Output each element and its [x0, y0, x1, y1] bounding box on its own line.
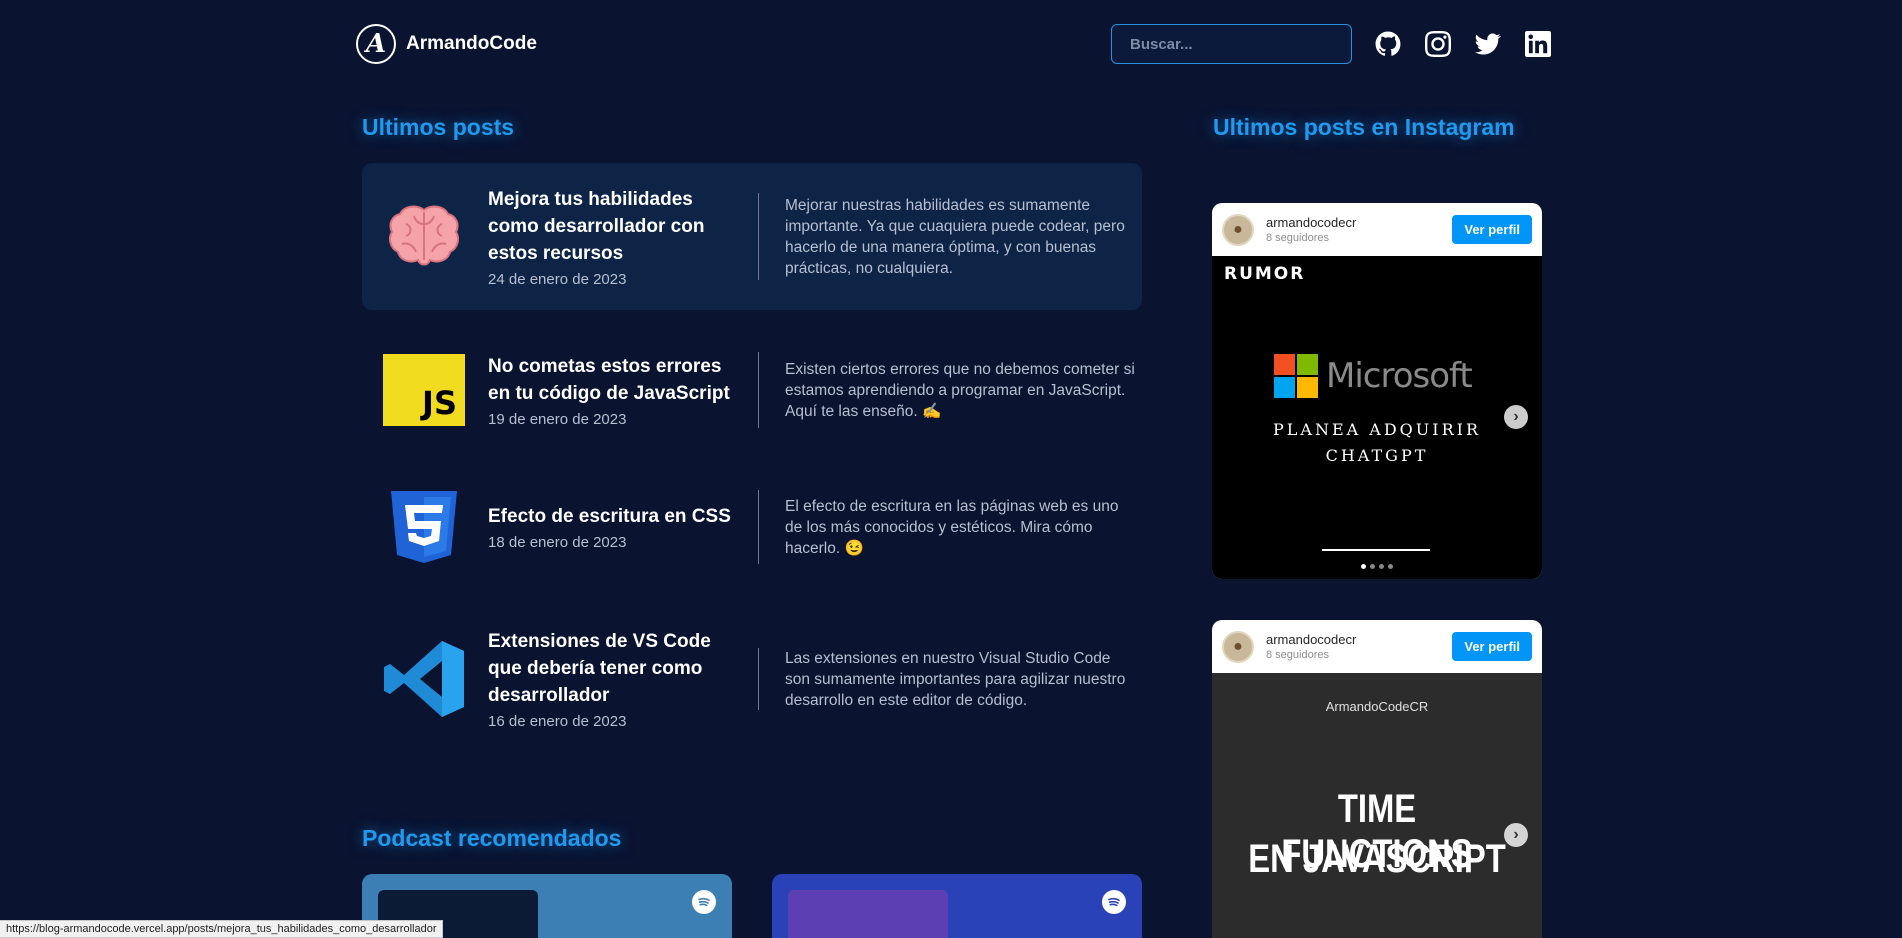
- instagram-post-image[interactable]: ArmandoCodeCR TIME FUNCTIONS EN JAVASCRI…: [1212, 673, 1542, 938]
- post-date: 19 de enero de 2023: [488, 410, 627, 428]
- post-headline-line2: CHATGPT: [1325, 446, 1429, 465]
- brand-name: ArmandoCode: [406, 33, 537, 54]
- chevron-right-icon[interactable]: ›: [1504, 405, 1528, 429]
- view-profile-button[interactable]: Ver perfil: [1452, 215, 1532, 244]
- header-actions: [1111, 24, 1552, 64]
- post-main: Efecto de escritura en CSS 18 de enero d…: [488, 503, 738, 551]
- post-title[interactable]: Extensiones de VS Code que debería tener…: [488, 628, 738, 709]
- instagram-section-title: Ultimos posts en Instagram: [1213, 114, 1515, 140]
- avatar[interactable]: ●: [1222, 630, 1254, 663]
- instagram-post-header: ● armandocodecr 8 seguidores Ver perfil: [1212, 203, 1542, 256]
- instagram-post-card: ● armandocodecr 8 seguidores Ver perfil …: [1212, 620, 1542, 938]
- post-divider: [758, 352, 759, 428]
- spotify-icon[interactable]: [692, 890, 716, 914]
- microsoft-logo: Microsoft: [1274, 354, 1473, 398]
- post-date: 18 de enero de 2023: [488, 534, 627, 551]
- microsoft-icon: [1274, 354, 1318, 398]
- post-date: 16 de enero de 2023: [488, 713, 627, 730]
- instagram-followers: 8 seguidores: [1266, 232, 1329, 244]
- post-title[interactable]: Efecto de escritura en CSS: [488, 503, 738, 530]
- post-description: Mejorar nuestras habilidades es sumament…: [785, 196, 1125, 277]
- post-description: Existen ciertos errores que no debemos c…: [785, 360, 1135, 420]
- css3-icon: [382, 485, 466, 569]
- view-profile-button[interactable]: Ver perfil: [1452, 632, 1532, 661]
- instagram-user: armandocodecr 8 seguidores: [1266, 632, 1452, 661]
- site-header: A ArmandoCode: [356, 20, 1552, 68]
- instagram-icon[interactable]: [1424, 30, 1452, 58]
- podcast-card[interactable]: [772, 874, 1142, 938]
- instagram-user: armandocodecr 8 seguidores: [1266, 215, 1452, 244]
- linkedin-icon[interactable]: [1524, 30, 1552, 58]
- rumor-tag: RUMOR: [1224, 264, 1306, 284]
- latest-posts-title: Ultimos posts: [362, 114, 515, 140]
- post-main: No cometas estos errores en tu código de…: [488, 353, 738, 428]
- post-divider: [758, 193, 759, 280]
- podcasts-title: Podcast recomendados: [362, 825, 622, 851]
- instagram-post-header: ● armandocodecr 8 seguidores Ver perfil: [1212, 620, 1542, 673]
- post-card[interactable]: Efecto de escritura en CSS 18 de enero d…: [362, 490, 1142, 564]
- carousel-dots: [1212, 564, 1542, 569]
- instagram-username[interactable]: armandocodecr: [1266, 215, 1452, 230]
- post-headline-line1: PLANEA ADQUIRIR: [1273, 420, 1481, 439]
- post-card[interactable]: Extensiones de VS Code que debería tener…: [362, 628, 1142, 730]
- post-description: Las extensiones en nuestro Visual Studio…: [785, 649, 1126, 709]
- status-bar-url: https://blog-armandocode.vercel.app/post…: [0, 920, 444, 938]
- post-caption-top: ArmandoCodeCR: [1325, 699, 1429, 714]
- post-date: 24 de enero de 2023: [488, 270, 627, 288]
- post-divider: [758, 648, 759, 710]
- brand-logo: A: [356, 24, 396, 64]
- post-description: El efecto de escritura en las páginas we…: [785, 497, 1119, 557]
- post-title[interactable]: Mejora tus habilidades como desarrollado…: [488, 186, 738, 267]
- spotify-icon[interactable]: [1102, 890, 1126, 914]
- microsoft-wordmark: Microsoft: [1326, 356, 1473, 396]
- github-icon[interactable]: [1374, 30, 1402, 58]
- vscode-icon: [382, 637, 466, 721]
- post-card[interactable]: Mejora tus habilidades como desarrollado…: [362, 163, 1142, 310]
- instagram-post-image[interactable]: RUMOR Microsoft PLANEA ADQUIRIR CHATGPT …: [1212, 256, 1542, 579]
- javascript-icon: JS: [382, 348, 466, 432]
- chevron-right-icon[interactable]: ›: [1504, 823, 1528, 847]
- instagram-followers: 8 seguidores: [1266, 649, 1329, 661]
- search-input[interactable]: [1111, 24, 1352, 64]
- post-headline-line2: EN JAVASCRIPT: [1248, 837, 1506, 881]
- instagram-post-card: ● armandocodecr 8 seguidores Ver perfil …: [1212, 203, 1542, 579]
- javascript-icon-label: JS: [422, 384, 457, 422]
- brand-link[interactable]: A ArmandoCode: [356, 24, 537, 64]
- post-main: Mejora tus habilidades como desarrollado…: [488, 186, 738, 288]
- avatar[interactable]: ●: [1222, 213, 1254, 246]
- post-title[interactable]: No cometas estos errores en tu código de…: [488, 353, 738, 407]
- caption-line: [1322, 549, 1430, 551]
- brain-icon: [382, 195, 466, 279]
- podcast-cover: [788, 890, 948, 938]
- post-card[interactable]: JS No cometas estos errores en tu código…: [362, 352, 1142, 428]
- twitter-icon[interactable]: [1474, 30, 1502, 58]
- post-main: Extensiones de VS Code que debería tener…: [488, 628, 738, 730]
- instagram-username[interactable]: armandocodecr: [1266, 632, 1452, 647]
- post-divider: [758, 490, 759, 564]
